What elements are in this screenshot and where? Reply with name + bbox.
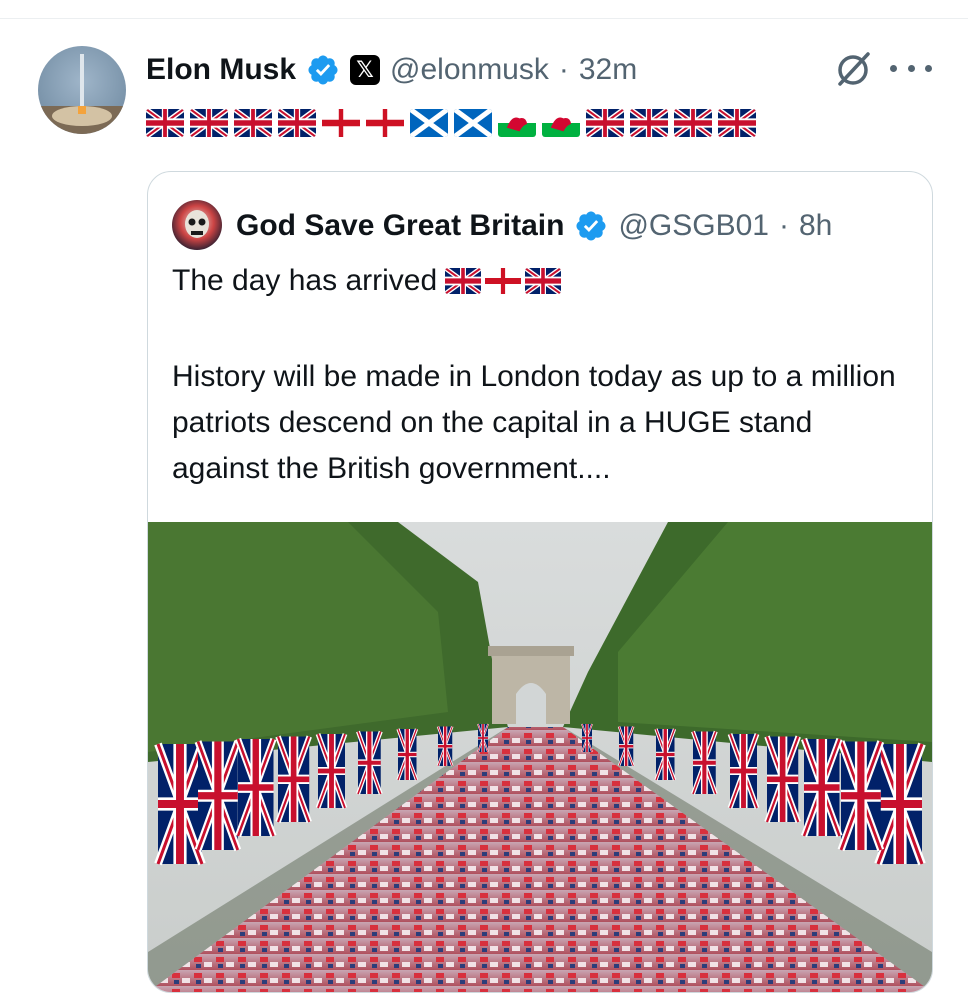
union-jack-flag-icon [586, 109, 624, 137]
scotland-flag-icon [410, 109, 448, 137]
banner-flag-left [436, 726, 454, 767]
banner-flag-left [154, 742, 206, 866]
union-jack-flag-icon [234, 109, 272, 137]
quote-line1-text: The day has arrived [172, 264, 438, 297]
banner-flag-right [581, 723, 593, 753]
top-divider [0, 18, 968, 19]
author-handle[interactable]: @elonmusk [390, 53, 549, 87]
banner-flag-left [234, 737, 277, 838]
england-flag-icon [366, 109, 404, 137]
union-jack-flag-icon [278, 109, 316, 137]
union-jack-flag-icon [674, 109, 712, 137]
avatar[interactable] [38, 46, 126, 134]
separator-dot: · [558, 53, 569, 86]
scotland-flag-icon [454, 109, 492, 137]
banner-flag-left [275, 735, 312, 823]
union-jack-flag-icon [718, 109, 756, 137]
quoted-post[interactable]: God Save Great Britain @GSGB01 · 8h The … [147, 171, 933, 993]
banner-flag-right [654, 728, 677, 781]
quote-author-handle[interactable]: @GSGB01 [618, 209, 769, 243]
quote-author-name[interactable]: God Save Great Britain [236, 209, 564, 243]
england-flag-icon [322, 109, 360, 137]
verified-badge-icon[interactable] [306, 53, 340, 87]
union-jack-flag-icon [146, 109, 184, 137]
union-jack-flag-icon [190, 109, 228, 137]
flag-emoji-row [146, 106, 756, 140]
banner-flag-right [800, 737, 843, 838]
quote-body-text: History will be made in London today as … [172, 360, 896, 485]
banner-flag-right [837, 740, 885, 852]
union-jack-flag-icon [525, 268, 562, 294]
wales-flag-icon [542, 109, 580, 137]
banner-flag-right [874, 742, 926, 866]
banner-flag-left [315, 733, 348, 809]
england-flag-icon [485, 268, 522, 294]
quote-avatar[interactable] [172, 200, 222, 250]
banner-flag-right [617, 726, 635, 767]
banner-flag-right [764, 735, 801, 823]
banner-flag-left [356, 730, 383, 795]
post-time[interactable]: 32m [579, 53, 637, 87]
author-name[interactable]: Elon Musk [146, 53, 296, 87]
union-jack-flag-icon [630, 109, 668, 137]
post-header: Elon Musk 𝕏 @elonmusk · 32m [146, 48, 637, 92]
x-logo-icon: 𝕏 [350, 55, 381, 85]
grok-icon[interactable] [832, 48, 874, 90]
more-options-icon[interactable] [890, 52, 932, 84]
quote-time[interactable]: 8h [799, 209, 832, 243]
quote-header: God Save Great Britain @GSGB01 · 8h [236, 204, 832, 248]
banner-flag-right [691, 730, 718, 795]
separator-dot: · [778, 209, 789, 242]
banner-flag-left [477, 723, 489, 753]
quote-photo[interactable] [148, 522, 932, 992]
quote-first-line: The day has arrived [172, 264, 562, 298]
banner-flag-left [396, 728, 419, 781]
quote-flag-emojis [445, 268, 562, 294]
wales-flag-icon [498, 109, 536, 137]
verified-badge-icon[interactable] [574, 209, 608, 243]
banner-flag-right [727, 733, 760, 809]
union-jack-flag-icon [445, 268, 482, 294]
banner-flag-left [194, 740, 242, 852]
